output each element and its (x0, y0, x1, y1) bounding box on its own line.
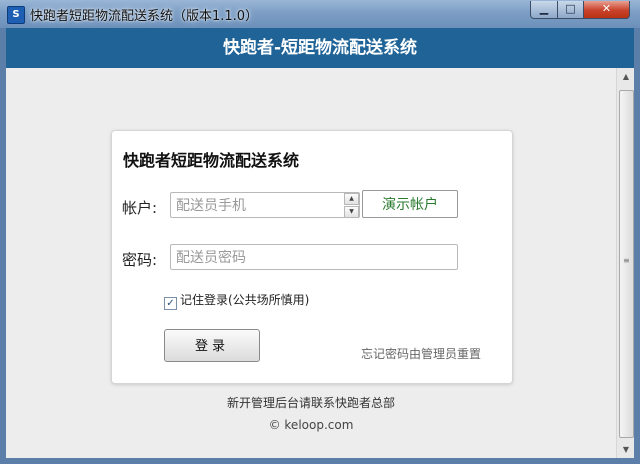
spinner-up-icon[interactable]: ▲ (344, 193, 359, 205)
remember-checkbox[interactable]: ✓ (164, 297, 177, 310)
main-content: 快跑者短距物流配送系统 帐户: 配送员手机 ▲ ▼ 演示帐户 密码: 配送员密码… (6, 68, 616, 458)
scroll-down-icon[interactable]: ▼ (617, 441, 634, 458)
scroll-up-icon[interactable]: ▲ (617, 68, 634, 85)
close-button[interactable]: ✕ (583, 1, 630, 19)
remember-login[interactable]: ✓ 记住登录(公共场所慎用) (164, 291, 309, 310)
app-icon: S (7, 6, 25, 24)
minimize-button[interactable]: ▁ (530, 1, 558, 19)
window-titlebar[interactable]: S 快跑者短距物流配送系统（版本1.1.0） ▁ □ ✕ (0, 0, 640, 28)
password-label: 密码: (122, 251, 158, 269)
window-title: 快跑者短距物流配送系统（版本1.1.0） (30, 9, 259, 24)
copyright: © keloop.com (268, 418, 354, 432)
account-spinner[interactable]: ▲ ▼ (344, 193, 359, 218)
login-button[interactable]: 登录 (164, 329, 260, 362)
login-card: 快跑者短距物流配送系统 帐户: 配送员手机 ▲ ▼ 演示帐户 密码: 配送员密码… (111, 130, 513, 384)
remember-label: 记住登录(公共场所慎用) (180, 293, 310, 307)
maximize-button[interactable]: □ (557, 1, 584, 19)
scrollbar-thumb[interactable]: ≡ (619, 90, 634, 438)
password-input[interactable]: 配送员密码 (170, 244, 458, 270)
page-header: 快跑者-短距物流配送系统 (6, 28, 634, 68)
forgot-password-text: 忘记密码由管理员重置 (361, 347, 482, 361)
footer-note: 新开管理后台请联系快跑者总部 (226, 396, 395, 410)
grip-icon: ≡ (623, 256, 630, 265)
account-input[interactable]: 配送员手机 (170, 192, 360, 218)
demo-account-button[interactable]: 演示帐户 (362, 190, 458, 218)
window-frame: 快跑者-短距物流配送系统 快跑者短距物流配送系统 帐户: 配送员手机 ▲ ▼ 演… (6, 28, 634, 458)
account-label: 帐户: (122, 199, 158, 217)
vertical-scrollbar[interactable]: ▲ ≡ ▼ (616, 68, 634, 458)
card-title: 快跑者短距物流配送系统 (123, 151, 300, 170)
spinner-down-icon[interactable]: ▼ (344, 206, 359, 218)
